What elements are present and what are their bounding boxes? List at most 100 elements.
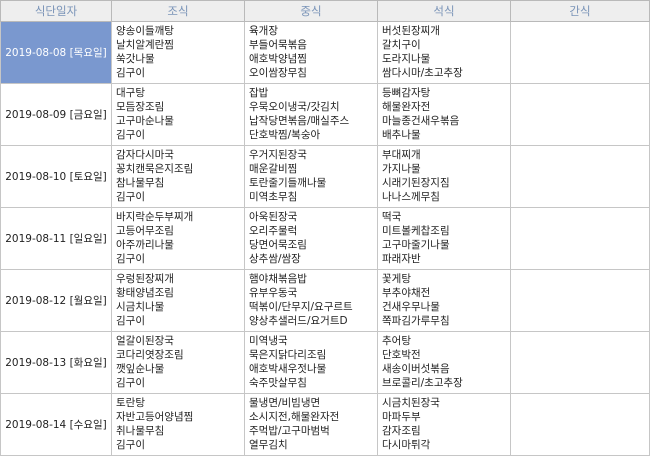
date-cell[interactable]: 2019-08-10 [토요일]: [0, 145, 112, 208]
menu-item: 양상추샐러드/요거트D: [249, 315, 348, 327]
menu-item: 육개장: [249, 25, 278, 37]
breakfast-cell: 감자다시마국 꽁치캔묵은지조림 참나물무침 김구이: [111, 145, 245, 208]
menu-item: 김구이: [116, 191, 145, 203]
dinner-cell: 꽃게탕 부추야채전 건새우무나물 쪽파김가루무침: [377, 269, 511, 332]
date-cell[interactable]: 2019-08-08 [목요일]: [0, 21, 112, 84]
menu-item: 버섯된장찌개: [382, 25, 440, 37]
menu-item: 고등어무조림: [116, 225, 174, 237]
menu-item: 매운갈비찜: [249, 163, 298, 175]
menu-item: 잡밥: [249, 87, 269, 99]
dinner-cell: 시금치된장국 마파두부 감자조림 다시마튀각: [377, 393, 511, 456]
table-row[interactable]: 2019-08-13 [화요일] 얼갈이된장국 코다리엿장조림 깻잎순나물 김구이 미역냉…: [0, 331, 650, 394]
menu-item: 김구이: [116, 377, 145, 389]
menu-item: 배추나물: [382, 129, 421, 141]
header-date: 식단일자: [0, 0, 112, 22]
menu-item: 상추쌈/쌈장: [249, 253, 301, 265]
menu-item: 코다리엿장조림: [116, 349, 184, 361]
menu-item: 소시지전,해물완자전: [249, 411, 340, 423]
menu-item: 미역초무침: [249, 191, 298, 203]
menu-item: 미트볼케찹조림: [382, 225, 450, 237]
menu-item: 브로콜리/초고추장: [382, 377, 463, 389]
menu-item: 부대찌개: [382, 149, 421, 161]
table-row[interactable]: 2019-08-10 [토요일] 감자다시마국 꽁치캔묵은지조림 참나물무침 김구이 우거…: [0, 145, 650, 208]
menu-item: 단호박찜/복숭아: [249, 129, 321, 141]
menu-item: 도라지나물: [382, 53, 431, 65]
table-row[interactable]: 2019-08-14 [수요일] 토란탕 자반고등어양념찜 취나물무침 김구이 물냉면/비…: [0, 393, 650, 456]
menu-item: 납작당면볶음/매실주스: [249, 115, 350, 127]
menu-item: 쪽파김가루무침: [382, 315, 450, 327]
dinner-cell: 추어탕단호박전새송이버섯볶음브로콜리/초고추장: [377, 331, 511, 394]
menu-item: 단호박전: [382, 349, 421, 361]
menu-item: 얼갈이된장국: [116, 335, 174, 347]
menu-item: 떡국: [382, 211, 402, 223]
table-row[interactable]: 2019-08-08 [목요일] 양송이들깨탕 날치알계란찜 쑥갓나물 김구이 육개장 부들…: [0, 21, 650, 84]
date-cell[interactable]: 2019-08-11 [일요일]: [0, 207, 112, 270]
menu-item: 마늘종건새우볶음: [382, 115, 460, 127]
date-cell[interactable]: 2019-08-14 [수요일]: [0, 393, 112, 456]
menu-item: 쌈다시마/초고추장: [382, 67, 463, 79]
menu-item: 날치알계란찜: [116, 39, 174, 51]
menu-item: 추어탕: [382, 335, 411, 347]
menu-item: 우묵오이냉국/갓김치: [249, 101, 340, 113]
menu-item: 황태양념조림: [116, 287, 174, 299]
header-breakfast: 조식: [111, 0, 245, 22]
breakfast-cell: 대구탕 모듬장조림 고구마순나물 김구이: [111, 83, 245, 146]
snack-cell: [510, 145, 650, 208]
meal-rows: 2019-08-08 [목요일] 양송이들깨탕 날치알계란찜 쑥갓나물 김구이 육개장 부들…: [0, 21, 650, 456]
menu-item: 김구이: [116, 67, 145, 79]
lunch-cell: 육개장부들어묵볶음애호박양념찜오이쌈장무침: [244, 21, 378, 84]
breakfast-cell: 양송이들깨탕 날치알계란찜 쑥갓나물 김구이: [111, 21, 245, 84]
lunch-cell: 잡밥우묵오이냉국/갓김치납작당면볶음/매실주스단호박찜/복숭아: [244, 83, 378, 146]
lunch-cell: 물냉면/비빔냉면 소시지전,해물완자전 주먹밥/고구마범벅 열무김치: [244, 393, 378, 456]
table-row[interactable]: 2019-08-09 [금요일] 대구탕 모듬장조림 고구마순나물 김구이 잡밥 우묵오이냉…: [0, 83, 650, 146]
menu-item: 꽃게탕: [382, 273, 411, 285]
dinner-cell: 등뼈감자탕해물완자전마늘종건새우볶음배추나물: [377, 83, 511, 146]
date-cell[interactable]: 2019-08-13 [화요일]: [0, 331, 112, 394]
table-row[interactable]: 2019-08-12 [월요일] 우렁된장찌개 황태양념조림 시금치나물 김구이 햄야채볶…: [0, 269, 650, 332]
snack-cell: [510, 331, 650, 394]
menu-item: 꽁치캔묵은지조림: [116, 163, 194, 175]
menu-item: 대구탕: [116, 87, 145, 99]
menu-item: 김구이: [116, 253, 145, 265]
date-cell[interactable]: 2019-08-09 [금요일]: [0, 83, 112, 146]
snack-cell: [510, 83, 650, 146]
menu-item: 오이쌈장무침: [249, 67, 307, 79]
menu-item: 나나스께무침: [382, 191, 440, 203]
menu-item: 자반고등어양념찜: [116, 411, 194, 423]
table-row[interactable]: 2019-08-11 [일요일] 바지락순두부찌개 고등어무조림 아주까리나물 김구이 아…: [0, 207, 650, 270]
lunch-cell: 햄야채볶음밥 유부우동국 떡볶이/단무지/요구르트 양상추샐러드/요거트D: [244, 269, 378, 332]
date-cell[interactable]: 2019-08-12 [월요일]: [0, 269, 112, 332]
header-row: 식단일자 조식 중식 석식 간식: [0, 0, 650, 22]
menu-item: 토란줄기들깨나물: [249, 177, 327, 189]
menu-item: 햄야채볶음밥: [249, 273, 307, 285]
menu-item: 미역냉국: [249, 335, 288, 347]
menu-item: 모듬장조림: [116, 101, 165, 113]
menu-item: 취나물무침: [116, 425, 165, 437]
menu-item: 다시마튀각: [382, 439, 431, 451]
menu-item: 아욱된장국: [249, 211, 298, 223]
snack-cell: [510, 21, 650, 84]
menu-item: 부들어묵볶음: [249, 39, 307, 51]
breakfast-cell: 얼갈이된장국코다리엿장조림깻잎순나물김구이: [111, 331, 245, 394]
menu-item: 가지나물: [382, 163, 421, 175]
menu-item: 애호박양념찜: [249, 53, 307, 65]
menu-item: 우렁된장찌개: [116, 273, 174, 285]
menu-item: 등뼈감자탕: [382, 87, 431, 99]
snack-cell: [510, 393, 650, 456]
snack-cell: [510, 207, 650, 270]
menu-item: 김구이: [116, 315, 145, 327]
lunch-cell: 우거지된장국 매운갈비찜 토란줄기들깨나물 미역초무침: [244, 145, 378, 208]
menu-item: 당면어묵조림: [249, 239, 307, 251]
menu-item: 해물완자전: [382, 101, 431, 113]
menu-item: 새송이버섯볶음: [382, 363, 450, 375]
menu-item: 쑥갓나물: [116, 53, 155, 65]
snack-cell: [510, 269, 650, 332]
lunch-cell: 아욱된장국 오리주물럭 당면어묵조림 상추쌈/쌈장: [244, 207, 378, 270]
dinner-cell: 버섯된장찌개 갈치구이 도라지나물 쌈다시마/초고추장: [377, 21, 511, 84]
menu-item: 참나물무침: [116, 177, 165, 189]
menu-item: 시래기된장지짐: [382, 177, 450, 189]
menu-item: 깻잎순나물: [116, 363, 165, 375]
header-snack: 간식: [510, 0, 650, 22]
menu-item: 고구마줄기나물: [382, 239, 450, 251]
menu-item: 물냉면/비빔냉면: [249, 397, 321, 409]
